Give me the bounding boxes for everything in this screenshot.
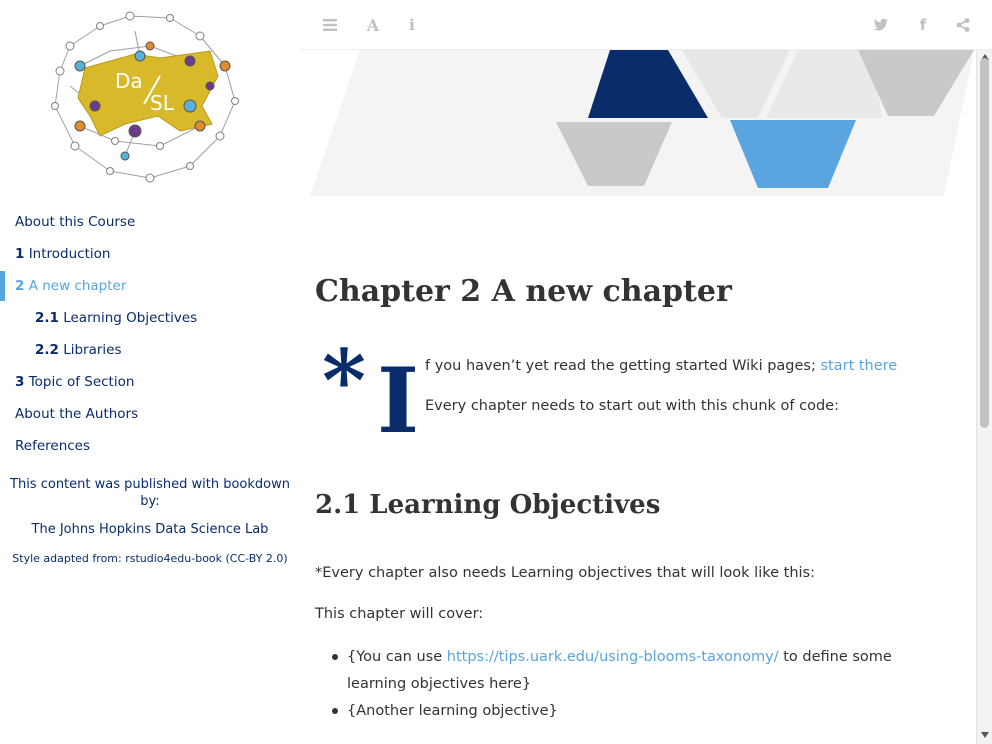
toc-item-new-chapter[interactable]: 2 A new chapter — [0, 270, 300, 302]
facebook-icon[interactable]: f — [912, 14, 934, 36]
toc-item-about-course[interactable]: About this Course — [0, 206, 300, 238]
sidebar: Da SL About this Course 1 Introduction 2… — [0, 0, 300, 744]
section-title: 2.1 Learning Objectives — [315, 490, 661, 520]
font-icon[interactable]: A — [362, 14, 384, 36]
logo-text-right: SL — [150, 91, 175, 115]
blooms-taxonomy-link[interactable]: https://tips.uark.edu/using-blooms-taxon… — [447, 649, 779, 665]
main-content: Chapter 2 A new chapter * I f you haven’… — [300, 50, 976, 744]
toc-item-label: A new chapter — [28, 278, 127, 294]
toc-item-libraries[interactable]: 2.2 Libraries — [0, 334, 300, 366]
toc-item-about-authors[interactable]: About the Authors — [0, 398, 300, 430]
drop-cap-star: * — [322, 344, 366, 430]
scroll-down-arrow-icon[interactable] — [981, 732, 989, 738]
toc-item-label: About the Authors — [15, 406, 139, 422]
toc-item-label: About this Course — [15, 214, 136, 230]
table-of-contents: About this Course 1 Introduction 2 A new… — [0, 206, 300, 462]
twitter-icon[interactable] — [870, 14, 892, 36]
toc-item-number: 1 — [15, 246, 25, 262]
objective-text: {You can use — [347, 649, 447, 665]
toc-item-label: Libraries — [63, 342, 122, 358]
toc-item-label: Learning Objectives — [63, 310, 198, 326]
toc-item-number: 3 — [15, 374, 25, 390]
info-icon[interactable]: i — [401, 14, 423, 36]
toc-item-number: 2.2 — [35, 342, 59, 358]
intro-text: f you haven’t yet read the getting start… — [425, 358, 821, 374]
logo-text-left: Da — [115, 69, 143, 93]
dasl-network-logo[interactable]: Da SL — [40, 6, 244, 186]
objective-text: {Another learning objective} — [347, 703, 558, 719]
intro-paragraph: f you haven’t yet read the getting start… — [425, 358, 897, 374]
published-with-note: This content was published with bookdown… — [10, 477, 290, 509]
header-banner — [310, 50, 974, 196]
vertical-scrollbar[interactable] — [976, 50, 992, 744]
toc-item-label: Topic of Section — [28, 374, 135, 390]
style-credit-link[interactable]: Style adapted from: rstudio4edu-book (CC… — [0, 552, 300, 565]
toc-item-introduction[interactable]: 1 Introduction — [0, 238, 300, 270]
jhu-dsl-link[interactable]: The Johns Hopkins Data Science Lab — [0, 522, 300, 537]
toc-item-references[interactable]: References — [0, 430, 300, 462]
toc-item-number: 2.1 — [35, 310, 59, 326]
drop-cap-letter: I — [377, 348, 419, 434]
learning-objectives-list: {You can use https://tips.uark.edu/using… — [315, 644, 935, 725]
share-icon[interactable] — [952, 14, 974, 36]
toc-item-label: References — [15, 438, 91, 454]
toolbar: A i f — [300, 0, 992, 50]
toc-item-label: Introduction — [28, 246, 111, 262]
drop-cap: * I — [322, 344, 419, 434]
code-chunk-paragraph: Every chapter needs to start out with th… — [425, 398, 839, 414]
list-item: {You can use https://tips.uark.edu/using… — [315, 644, 935, 698]
scrollbar-thumb[interactable] — [980, 58, 989, 428]
toc-item-topic-of-section[interactable]: 3 Topic of Section — [0, 366, 300, 398]
toc-item-number: 2 — [15, 278, 25, 294]
chapter-will-cover: This chapter will cover: — [315, 606, 484, 622]
learning-objectives-intro: *Every chapter also needs Learning objec… — [315, 565, 815, 581]
list-icon[interactable] — [319, 14, 341, 36]
list-item: {Another learning objective} — [315, 698, 935, 725]
chapter-title: Chapter 2 A new chapter — [315, 274, 732, 309]
start-there-link[interactable]: start there — [820, 358, 897, 374]
toc-item-learning-objectives[interactable]: 2.1 Learning Objectives — [0, 302, 300, 334]
